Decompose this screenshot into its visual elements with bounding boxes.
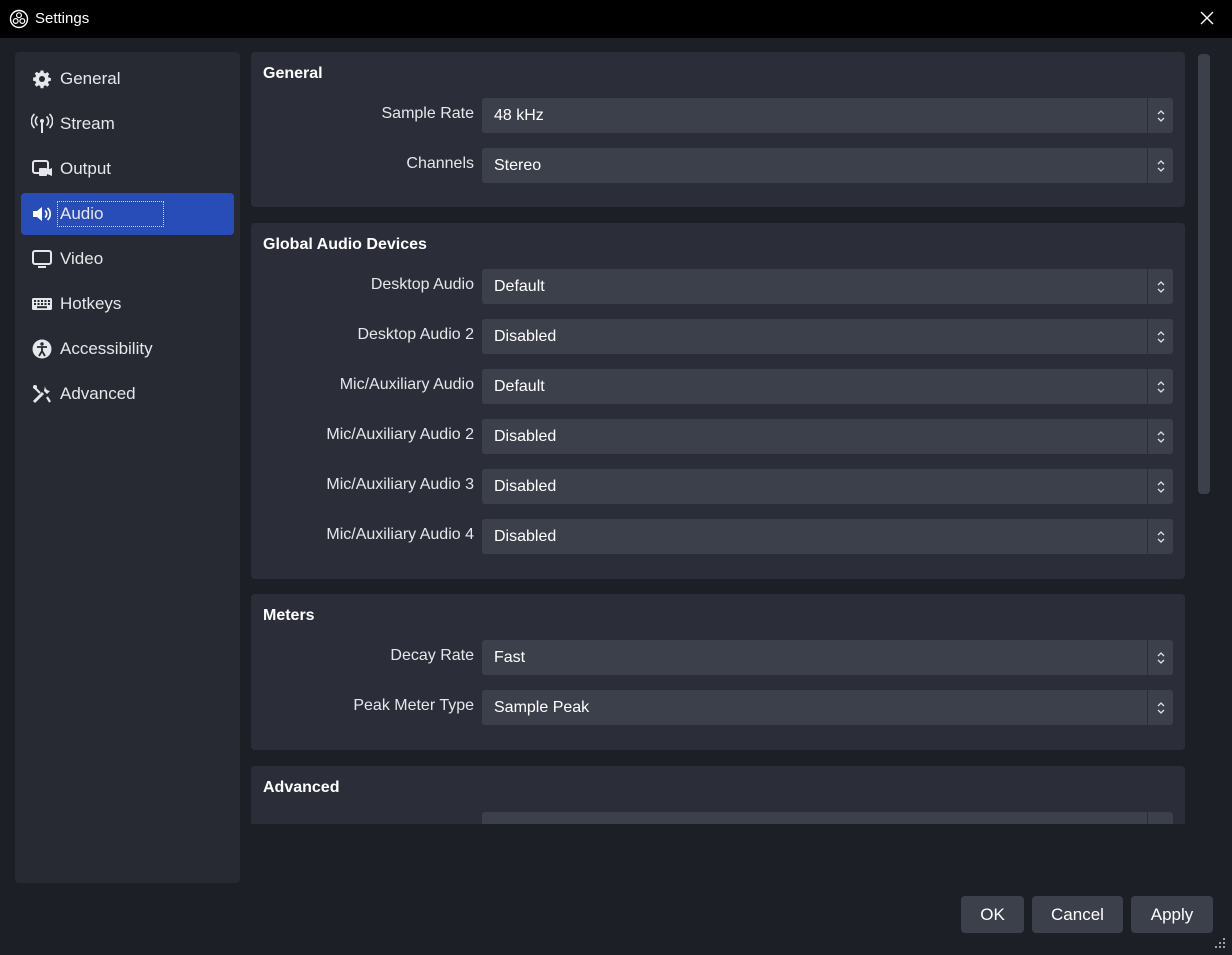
advanced-group: Advanced [251,766,1185,824]
desktop-audio-select[interactable]: Default [482,269,1173,304]
settings-client-area: General Stream Output Audio Video Hotkey… [1,38,1230,953]
mic-aux-audio-4-select[interactable]: Disabled [482,519,1173,554]
up-down-arrows-icon [1147,369,1173,404]
title-bar: Settings [0,0,1232,38]
vertical-scrollbar[interactable] [1196,52,1212,824]
accessibility-icon [31,338,53,360]
sidebar-item-label: Output [60,159,112,178]
combo-value: Default [494,378,545,395]
obs-logo-icon [9,9,29,29]
gear-icon [31,68,53,90]
sample-rate-select[interactable]: 48 kHz [482,98,1173,133]
up-down-arrows-icon [1147,812,1173,824]
close-icon[interactable] [1198,9,1216,27]
ok-button[interactable]: OK [961,896,1024,933]
up-down-arrows-icon [1147,519,1173,554]
combo-value: Sample Peak [494,699,590,716]
combo-value: Fast [494,649,526,666]
up-down-arrows-icon [1147,319,1173,354]
mic-aux-audio-select[interactable]: Default [482,369,1173,404]
up-down-arrows-icon [1147,469,1173,504]
group-title: General [263,65,323,82]
desktop-audio-2-label: Desktop Audio 2 [357,326,474,343]
meters-group: Meters Decay Rate Fast Peak Meter Type S… [251,594,1185,750]
up-down-arrows-icon [1147,269,1173,304]
tools-icon [31,383,53,405]
sidebar-item-audio[interactable]: Audio [21,193,234,235]
channels-label: Channels [406,155,474,172]
combo-value: 48 kHz [494,107,544,124]
sidebar-item-label: Audio [57,201,165,227]
combo-value: Disabled [494,478,557,495]
monitor-icon [31,248,53,270]
sidebar-item-label: Accessibility [60,339,153,358]
sidebar-item-label: Stream [60,114,115,133]
group-title: Advanced [263,779,340,796]
sidebar-item-general[interactable]: General [21,58,234,100]
speaker-icon [31,203,53,225]
combo-value: Disabled [494,328,557,345]
combo-value: Disabled [494,528,557,545]
combo-value: Stereo [494,157,542,174]
sidebar-item-hotkeys[interactable]: Hotkeys [21,283,234,325]
general-group: General Sample Rate 48 kHz Channels Ster… [251,52,1185,207]
channels-select[interactable]: Stereo [482,148,1173,183]
up-down-arrows-icon [1147,98,1173,133]
sidebar-item-advanced[interactable]: Advanced [21,373,234,415]
combo-value: Default [494,278,545,295]
sidebar-item-output[interactable]: Output [21,148,234,190]
antenna-icon [31,113,53,135]
mic-aux-audio-3-label: Mic/Auxiliary Audio 3 [326,476,474,493]
cancel-button[interactable]: Cancel [1032,896,1123,933]
apply-button[interactable]: Apply [1131,896,1213,933]
sidebar-item-label: Advanced [60,384,136,403]
mic-aux-audio-2-label: Mic/Auxiliary Audio 2 [326,426,474,443]
decay-rate-label: Decay Rate [390,647,474,664]
mic-aux-audio-2-select[interactable]: Disabled [482,419,1173,454]
advanced-partial-select[interactable] [482,812,1173,824]
sample-rate-label: Sample Rate [381,105,475,122]
global-audio-devices-group: Global Audio Devices Desktop Audio Defau… [251,223,1185,579]
settings-panel-area: General Sample Rate 48 kHz Channels Ster… [251,52,1186,824]
sidebar-item-stream[interactable]: Stream [21,103,234,145]
keyboard-icon [31,293,53,315]
peak-meter-type-label: Peak Meter Type [353,697,474,714]
sidebar-item-label: Video [60,249,104,268]
sidebar-item-video[interactable]: Video [21,238,234,280]
sidebar-item-label: General [60,69,121,88]
up-down-arrows-icon [1147,690,1173,725]
group-title: Meters [263,607,315,624]
settings-sidebar: General Stream Output Audio Video Hotkey… [15,52,240,883]
peak-meter-type-select[interactable]: Sample Peak [482,690,1173,725]
combo-value: Disabled [494,428,557,445]
up-down-arrows-icon [1147,419,1173,454]
up-down-arrows-icon [1147,640,1173,675]
up-down-arrows-icon [1147,148,1173,183]
decay-rate-select[interactable]: Fast [482,640,1173,675]
window-title: Settings [35,10,90,27]
mic-aux-audio-3-select[interactable]: Disabled [482,469,1173,504]
mic-aux-audio-4-label: Mic/Auxiliary Audio 4 [326,526,474,543]
resize-grip-icon[interactable] [1214,937,1226,949]
desktop-audio-2-select[interactable]: Disabled [482,319,1173,354]
sidebar-item-label: Hotkeys [60,294,122,313]
desktop-audio-label: Desktop Audio [370,276,474,293]
group-title: Global Audio Devices [263,236,427,253]
output-icon [31,158,53,180]
mic-aux-audio-label: Mic/Auxiliary Audio [339,376,474,393]
sidebar-item-accessibility[interactable]: Accessibility [21,328,234,370]
scrollbar-thumb[interactable] [1198,54,1210,494]
